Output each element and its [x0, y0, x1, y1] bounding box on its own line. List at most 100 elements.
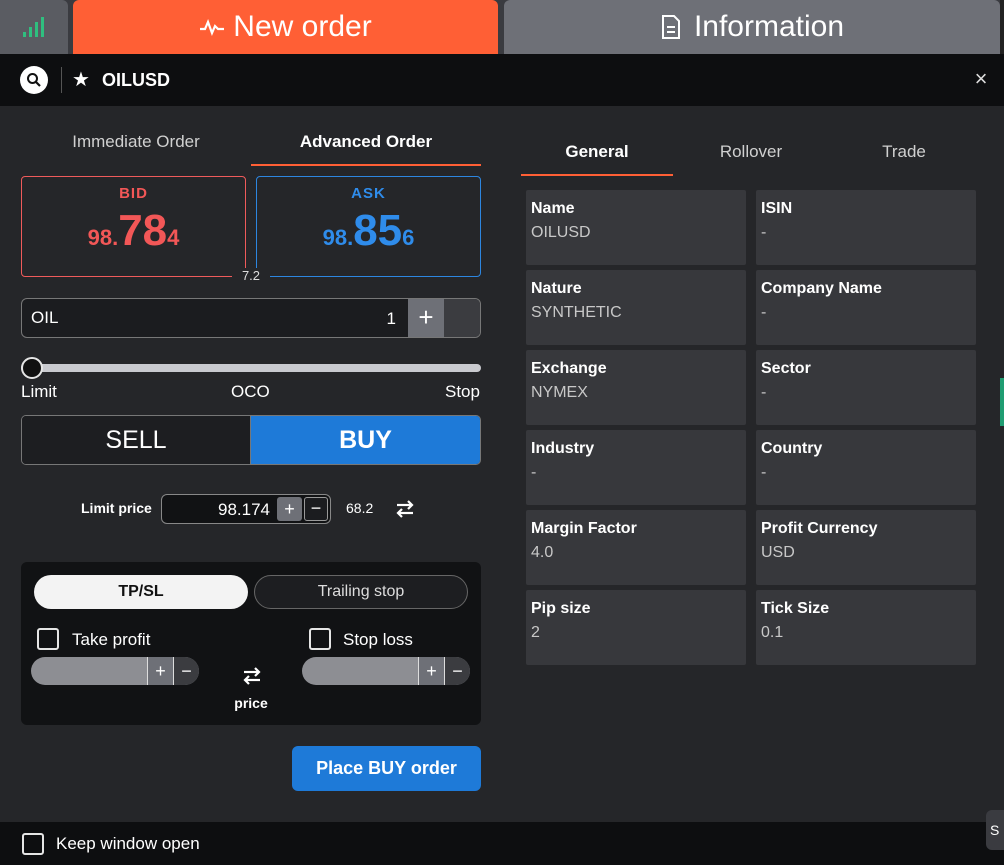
tab-rollover[interactable]: Rollover: [675, 130, 827, 176]
take-profit-stepper[interactable]: + −: [31, 657, 199, 685]
side-toggle: SELL BUY: [21, 415, 481, 465]
tab-trade[interactable]: Trade: [828, 130, 980, 176]
limit-distance: 68.2: [346, 500, 374, 516]
info-value: 4.0: [531, 544, 554, 561]
tab-general[interactable]: General: [521, 130, 673, 176]
swap-icon[interactable]: [239, 665, 265, 687]
side-indicator: [1000, 378, 1004, 426]
ask-price-pre: 98.: [322, 225, 354, 250]
tab-immediate-order[interactable]: Immediate Order: [21, 120, 251, 166]
quantity-extra-button[interactable]: [444, 299, 480, 337]
tpsl-panel: TP/SL Trailing stop Take profit Stop los…: [21, 562, 481, 725]
slider-label-stop: Stop: [445, 382, 480, 401]
swap-icon[interactable]: [393, 497, 417, 521]
buy-button[interactable]: BUY: [251, 416, 480, 464]
tab-new-order[interactable]: New order: [73, 0, 498, 54]
info-cell: Tick Size 0.1: [756, 590, 976, 665]
info-cell: Industry -: [526, 430, 746, 505]
info-value: NYMEX: [531, 384, 588, 401]
info-label: ISIN: [761, 200, 793, 217]
side-panel-tab[interactable]: S: [986, 810, 1004, 850]
stop-loss-stepper[interactable]: + −: [302, 657, 470, 685]
info-label: Sector: [761, 360, 811, 377]
take-profit-checkbox[interactable]: [37, 628, 59, 650]
ask-label: ASK: [351, 185, 386, 202]
keep-window-open-checkbox[interactable]: [22, 833, 44, 855]
info-value: -: [761, 304, 767, 321]
info-label: Margin Factor: [531, 520, 637, 537]
pulse-icon: [200, 19, 225, 36]
bid-price: 98.784: [22, 206, 245, 256]
star-icon[interactable]: ★: [72, 68, 90, 92]
take-profit-minus-button[interactable]: −: [173, 657, 199, 685]
info-label: Tick Size: [761, 600, 830, 617]
quantity-stepper: OIL 1 +: [21, 298, 481, 338]
stop-loss-checkbox[interactable]: [309, 628, 331, 650]
tab-trailing-stop[interactable]: Trailing stop: [254, 575, 468, 609]
info-value: -: [761, 384, 767, 401]
price-mode-label: price: [234, 695, 268, 711]
info-cell: ISIN -: [756, 190, 976, 265]
window-footer: Keep window open: [0, 822, 1004, 865]
ask-price-post: 6: [402, 225, 415, 250]
info-value: 0.1: [761, 624, 784, 641]
stop-loss-minus-button[interactable]: −: [444, 657, 470, 685]
ask-price: 98.856: [257, 206, 480, 256]
slider-handle[interactable]: [21, 357, 43, 379]
info-cell: Name OILUSD: [526, 190, 746, 265]
tab-advanced-order[interactable]: Advanced Order: [251, 120, 481, 166]
info-cell: Company Name -: [756, 270, 976, 345]
bid-price-box[interactable]: BID 98.784: [21, 176, 246, 277]
tab-information-label: Information: [693, 10, 845, 43]
keep-window-open-label: Keep window open: [56, 834, 200, 853]
limit-price-stepper: 98.174 + −: [161, 494, 331, 524]
info-cell: Nature SYNTHETIC: [526, 270, 746, 345]
quantity-plus-button[interactable]: +: [408, 299, 444, 337]
window-tab-bar: New order Information: [0, 0, 1004, 54]
info-cell: Profit Currency USD: [756, 510, 976, 585]
search-icon: [27, 73, 41, 87]
slider-label-limit: Limit: [21, 382, 57, 401]
info-cell: Pip size 2: [526, 590, 746, 665]
slider-label-oco: OCO: [231, 382, 270, 401]
window-edge: [1000, 0, 1004, 54]
info-value: SYNTHETIC: [531, 304, 622, 321]
order-type-slider[interactable]: [21, 364, 481, 372]
tab-new-order-label: New order: [233, 10, 372, 43]
bid-price-post: 4: [167, 225, 180, 250]
info-value: USD: [761, 544, 795, 561]
limit-price-input[interactable]: 98.174: [218, 500, 270, 520]
info-label: Profit Currency: [761, 520, 878, 537]
tab-information[interactable]: Information: [504, 0, 1000, 54]
stop-loss-label: Stop loss: [343, 630, 413, 649]
info-value: -: [761, 464, 767, 481]
info-label: Country: [761, 440, 823, 457]
signal-bars-icon: [23, 17, 44, 37]
stop-loss-plus-button[interactable]: +: [418, 657, 444, 685]
tab-tpsl[interactable]: TP/SL: [34, 575, 248, 609]
place-order-button[interactable]: Place BUY order: [292, 746, 481, 791]
info-cell: Margin Factor 4.0: [526, 510, 746, 585]
symbol-name: OILUSD: [102, 70, 171, 90]
take-profit-plus-button[interactable]: +: [147, 657, 173, 685]
document-icon: [661, 15, 680, 39]
quantity-input[interactable]: 1: [387, 309, 396, 329]
info-cell: Sector -: [756, 350, 976, 425]
tab-signal[interactable]: [0, 0, 68, 54]
limit-minus-button[interactable]: −: [304, 497, 328, 521]
spread-value: 7.2: [232, 268, 270, 286]
info-value: -: [531, 464, 537, 481]
info-label: Name: [531, 200, 575, 217]
sell-button[interactable]: SELL: [22, 416, 251, 464]
close-icon[interactable]: ×: [968, 66, 994, 92]
info-label: Nature: [531, 280, 582, 297]
info-cell: Country -: [756, 430, 976, 505]
info-label: Company Name: [761, 280, 882, 297]
info-value: -: [761, 224, 767, 241]
limit-plus-button[interactable]: +: [277, 497, 302, 521]
search-button[interactable]: [20, 66, 48, 94]
ask-price-box[interactable]: ASK 98.856: [256, 176, 481, 277]
symbol-header: ★ OILUSD ×: [0, 54, 1004, 106]
bid-price-pre: 98.: [87, 225, 119, 250]
info-label: Industry: [531, 440, 595, 457]
